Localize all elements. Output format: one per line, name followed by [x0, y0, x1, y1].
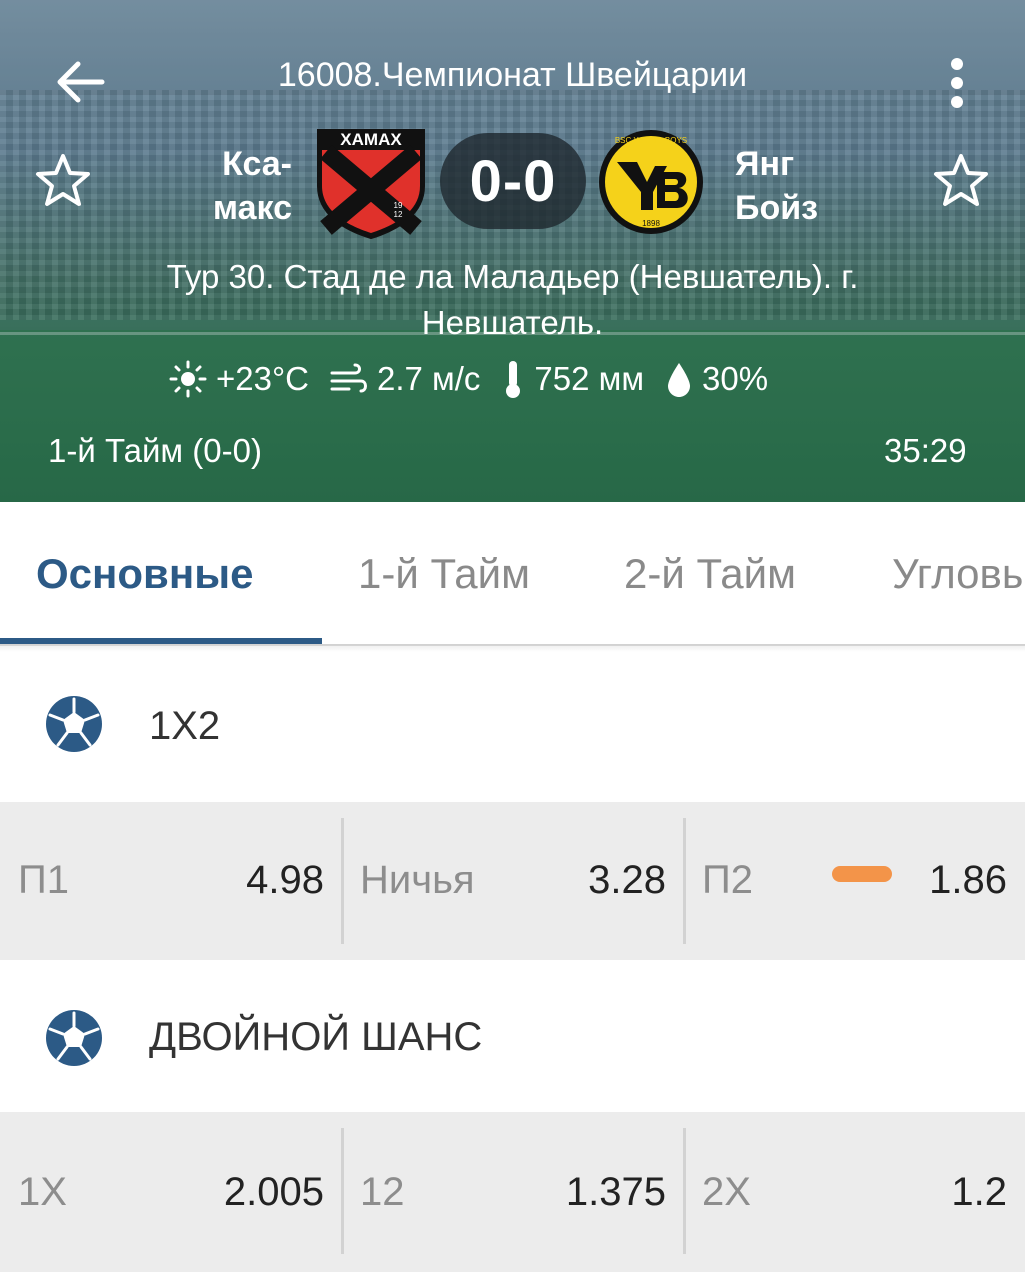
odds-button-2x[interactable]: 2X 1.2	[686, 1112, 1025, 1270]
wind-icon	[330, 363, 367, 393]
odds-label: П1	[18, 858, 69, 902]
market-header-1x2[interactable]: 1X2	[0, 652, 1025, 802]
odds-value: 1.375	[565, 1170, 666, 1214]
match-period: 1-й Тайм (0-0)	[48, 432, 262, 469]
pressure-value: 752 мм	[534, 360, 645, 397]
football-icon	[46, 696, 102, 752]
xamax-logo-text: XAMAX	[340, 130, 402, 149]
odds-value: 4.98	[246, 858, 324, 902]
odds-value: 1.2	[951, 1170, 1007, 1214]
weather-info: +23°C 2.7 м/с 752 мм 30%	[168, 356, 788, 402]
market-header-double-chance[interactable]: ДВОЙНОЙ ШАНС	[0, 960, 1025, 1110]
match-header: 16008.Чемпионат Швейцарии Кса- макс XAMA…	[0, 0, 1025, 502]
team2-name: Янг Бойз	[735, 142, 885, 230]
favorite-star-icon-team1[interactable]	[34, 152, 92, 210]
odds-label: П2	[702, 858, 753, 902]
tab-corners[interactable]: Угловые	[892, 550, 1025, 598]
young-boys-logo: BSC YOUNG BOYS 1898	[599, 130, 703, 234]
odds-button-p1[interactable]: П1 4.98	[0, 802, 340, 960]
odds-button-1x[interactable]: 1X 2.005	[0, 1112, 340, 1270]
team2-name-line1: Янг	[735, 145, 795, 183]
young-boys-ring-text: BSC YOUNG BOYS	[615, 136, 687, 145]
championship-title: 16008.Чемпионат Швейцарии	[277, 56, 748, 94]
odds-value: 1.86	[929, 858, 1007, 902]
odds-label: 2X	[702, 1170, 751, 1214]
favorite-star-icon-team2[interactable]	[932, 152, 990, 210]
team1-name: Кса- макс	[170, 142, 292, 230]
humidity-value: 30%	[702, 360, 769, 397]
more-vertical-icon[interactable]	[940, 56, 974, 112]
team2-name-line2: Бойз	[735, 189, 819, 227]
xamax-logo-year-b: 12	[394, 210, 403, 219]
market-tabs: Основные 1-й Тайм 2-й Тайм Угловые	[0, 502, 1025, 646]
sun-icon	[169, 360, 207, 398]
young-boys-logo-year: 1898	[642, 219, 660, 228]
xamax-logo: XAMAX 19 12	[317, 129, 425, 240]
odds-change-marker	[832, 866, 892, 882]
odds-label: 1X	[18, 1170, 67, 1214]
team1-name-line1: Кса-	[222, 145, 292, 183]
odds-button-12[interactable]: 12 1.375	[344, 1112, 682, 1270]
match-timer: 35:29	[884, 432, 967, 469]
odds-label: Ничья	[360, 858, 475, 902]
football-icon	[46, 1010, 102, 1066]
tab-first-half[interactable]: 1-й Тайм	[358, 550, 530, 598]
back-arrow-icon[interactable]	[52, 56, 108, 108]
temperature-value: +23°C	[216, 360, 310, 397]
wind-value: 2.7 м/с	[377, 360, 481, 397]
market-title-double-chance: ДВОЙНОЙ ШАНС	[149, 1015, 483, 1059]
odds-value: 3.28	[588, 858, 666, 902]
tabs-shadow	[0, 644, 1025, 652]
tab-second-half[interactable]: 2-й Тайм	[624, 550, 796, 598]
match-venue: Тур 30. Стад де ла Маладьер (Невшатель).…	[166, 258, 859, 341]
odds-row-double-chance: 1X 2.005 12 1.375 2X 1.2	[0, 1112, 1025, 1272]
odds-label: 12	[360, 1170, 405, 1214]
team1-name-line2: макс	[212, 189, 292, 227]
tab-main[interactable]: Основные	[36, 550, 253, 598]
match-score: 0-0	[440, 133, 586, 229]
thermometer-icon	[506, 361, 521, 398]
xamax-logo-year-a: 19	[394, 201, 403, 210]
odds-button-draw[interactable]: Ничья 3.28	[344, 802, 682, 960]
market-title-1x2: 1X2	[149, 704, 221, 748]
humidity-drop-icon	[668, 363, 691, 397]
odds-value: 2.005	[223, 1170, 324, 1214]
